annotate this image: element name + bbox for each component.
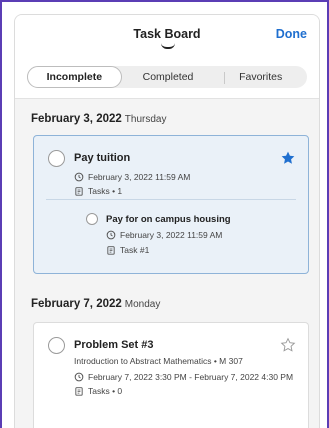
- course-row: Introduction to Abstract Mathematics • M…: [74, 356, 243, 366]
- clipboard-icon: [75, 187, 83, 196]
- date-text: February 3, 2022: [31, 113, 122, 125]
- tasks-row: Tasks • 0: [74, 386, 122, 396]
- screenshot-frame: Task Board Done Incomplete Completed Fav…: [0, 0, 329, 428]
- clock-icon: [74, 372, 84, 382]
- clipboard-icon: [75, 387, 83, 396]
- clipboard-icon: [107, 246, 115, 255]
- subtask-title: Pay for on campus housing: [106, 214, 231, 225]
- complete-radio[interactable]: [48, 150, 65, 167]
- page-title: Task Board: [133, 27, 201, 41]
- done-button[interactable]: Done: [276, 27, 307, 41]
- segment-divider: [224, 72, 225, 84]
- task-title: Pay tuition: [74, 152, 131, 164]
- due-text: February 3, 2022 11:59 AM: [88, 172, 191, 182]
- date-heading-feb-3: February 3, 2022 Thursday: [31, 113, 166, 125]
- task-title: Problem Set #3: [74, 339, 154, 351]
- due-row: February 3, 2022 11:59 AM: [74, 172, 190, 182]
- subtask-due-row: February 3, 2022 11:59 AM: [106, 230, 222, 240]
- segmented-control: Incomplete Completed Favorites: [27, 66, 307, 88]
- sheet-handle-icon[interactable]: [161, 43, 175, 49]
- star-filled-icon[interactable]: [280, 150, 296, 166]
- tasks-count: Tasks • 1: [88, 186, 123, 196]
- task-card-pay-tuition[interactable]: Pay tuition February 3, 2022 11:59 AM Ta…: [33, 135, 309, 274]
- star-outline-icon[interactable]: [280, 337, 296, 353]
- date-heading-feb-7: February 7, 2022 Monday: [31, 298, 160, 310]
- task-board-sheet: Task Board Done Incomplete Completed Fav…: [14, 14, 320, 428]
- date-text: February 7, 2022: [31, 298, 122, 310]
- subtask-complete-radio[interactable]: [86, 213, 98, 225]
- clock-icon: [74, 172, 84, 182]
- complete-radio[interactable]: [48, 337, 65, 354]
- weekday-text: Monday: [124, 299, 161, 310]
- clock-icon: [106, 230, 116, 240]
- tab-incomplete[interactable]: Incomplete: [27, 66, 122, 88]
- subtask-number: Task #1: [120, 245, 150, 255]
- tab-bar: Incomplete Completed Favorites: [15, 61, 319, 99]
- header: Task Board Done: [15, 15, 319, 61]
- subtask-divider: [46, 199, 296, 200]
- subtask-due-text: February 3, 2022 11:59 AM: [120, 230, 223, 240]
- subtask-number-row: Task #1: [106, 245, 149, 255]
- tab-favorites[interactable]: Favorites: [214, 66, 307, 88]
- task-card-problem-set-3[interactable]: Problem Set #3 Introduction to Abstract …: [33, 322, 309, 428]
- due-text: February 7, 2022 3:30 PM - February 7, 2…: [88, 372, 294, 382]
- due-row: February 7, 2022 3:30 PM - February 7, 2…: [74, 372, 293, 382]
- tab-completed[interactable]: Completed: [122, 66, 215, 88]
- course-text: Introduction to Abstract Mathematics • M…: [74, 356, 243, 366]
- weekday-text: Thursday: [124, 114, 167, 125]
- tasks-row: Tasks • 1: [74, 186, 122, 196]
- tasks-count: Tasks • 0: [88, 386, 123, 396]
